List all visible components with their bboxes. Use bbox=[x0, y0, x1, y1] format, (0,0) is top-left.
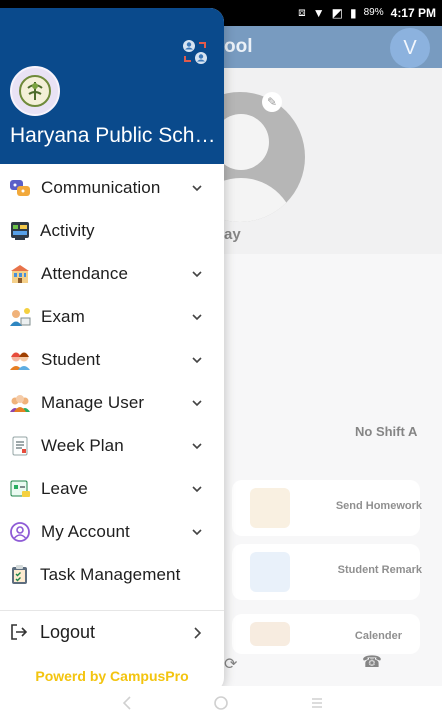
school-name: Haryana Public School bbox=[10, 124, 220, 147]
week-plan-icon bbox=[9, 435, 31, 457]
navigation-drawer: Haryana Public School Communication Acti… bbox=[0, 8, 224, 692]
drawer-menu: Communication Activity Attendance Exam S… bbox=[0, 166, 224, 596]
recents-icon[interactable] bbox=[308, 694, 326, 712]
logout-label: Logout bbox=[40, 622, 96, 642]
chevron-down-icon bbox=[192, 485, 202, 492]
menu-item-manage-user[interactable]: Manage User bbox=[0, 381, 224, 424]
menu-item-label: Task Management bbox=[40, 564, 181, 584]
signal-icon: ◩ bbox=[331, 5, 344, 20]
menu-item-week-plan[interactable]: Week Plan bbox=[0, 424, 224, 467]
chevron-down-icon bbox=[192, 399, 202, 406]
menu-item-task-management[interactable]: Task Management bbox=[0, 553, 224, 596]
school-logo bbox=[10, 66, 60, 116]
chevron-down-icon bbox=[192, 356, 202, 363]
menu-item-label: Exam bbox=[41, 306, 85, 326]
chevron-down-icon bbox=[192, 270, 202, 277]
communication-icon bbox=[9, 177, 31, 199]
student-icon bbox=[9, 349, 31, 371]
back-icon[interactable] bbox=[118, 694, 136, 712]
menu-item-attendance[interactable]: Attendance bbox=[0, 252, 224, 295]
switch-account-icon[interactable] bbox=[180, 37, 210, 67]
menu-item-label: Leave bbox=[41, 478, 88, 498]
chevron-down-icon bbox=[192, 184, 202, 191]
my-account-icon bbox=[9, 521, 31, 543]
battery-icon: ▮ bbox=[350, 5, 357, 20]
menu-item-label: Attendance bbox=[41, 263, 129, 283]
chevron-down-icon bbox=[192, 313, 202, 320]
menu-item-activity[interactable]: Activity bbox=[0, 209, 224, 252]
menu-item-exam[interactable]: Exam bbox=[0, 295, 224, 338]
chevron-down-icon bbox=[192, 442, 202, 449]
clock: 4:17 PM bbox=[390, 5, 436, 20]
menu-item-label: Student bbox=[41, 349, 101, 369]
menu-item-label: Communication bbox=[41, 177, 161, 197]
menu-item-my-account[interactable]: My Account bbox=[0, 510, 224, 553]
vibrate-icon: ⧈ bbox=[298, 5, 306, 19]
drawer-divider bbox=[0, 610, 224, 611]
menu-item-label: My Account bbox=[41, 521, 130, 541]
chevron-down-icon bbox=[192, 528, 202, 535]
home-icon[interactable] bbox=[212, 694, 230, 712]
task-management-icon bbox=[9, 564, 31, 586]
logout-button[interactable]: Logout bbox=[0, 613, 224, 653]
menu-item-label: Week Plan bbox=[41, 435, 124, 455]
menu-item-communication[interactable]: Communication bbox=[0, 166, 224, 209]
wifi-icon: ▼ bbox=[312, 5, 325, 20]
attendance-icon bbox=[9, 263, 31, 285]
battery-percent: 89% bbox=[363, 7, 384, 18]
exam-icon bbox=[9, 306, 31, 328]
leave-icon bbox=[9, 478, 31, 500]
manage-user-icon bbox=[9, 392, 31, 414]
chevron-right-icon bbox=[194, 627, 202, 639]
menu-item-student[interactable]: Student bbox=[0, 338, 224, 381]
powered-by-text: Powerd by CampusPro bbox=[35, 668, 189, 684]
activity-icon bbox=[9, 220, 31, 242]
system-nav-bar bbox=[0, 686, 442, 720]
menu-item-leave[interactable]: Leave bbox=[0, 467, 224, 510]
logout-icon bbox=[11, 624, 28, 640]
drawer-header: Haryana Public School bbox=[0, 8, 224, 164]
menu-item-label: Manage User bbox=[41, 392, 145, 412]
menu-item-label: Activity bbox=[40, 220, 95, 240]
